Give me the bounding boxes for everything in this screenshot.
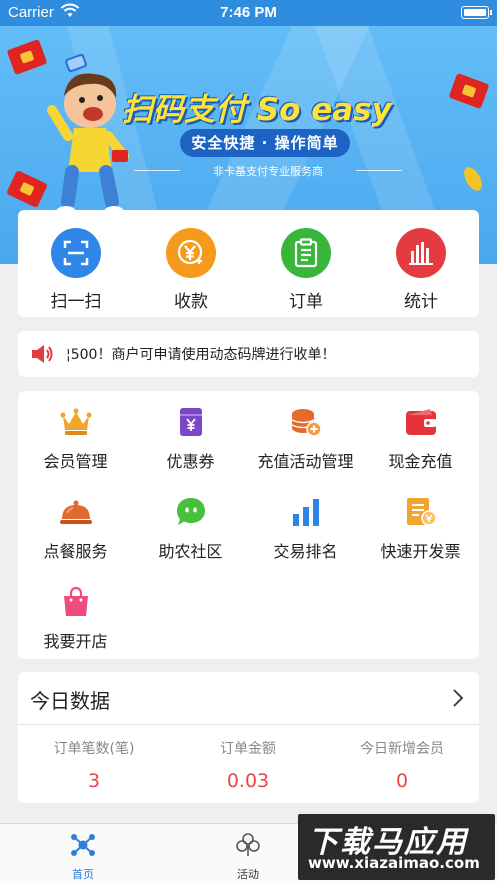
stat-value: 0.03 — [226, 770, 270, 792]
service-label: 我要开店 — [43, 632, 108, 651]
watermark-logo: 下载马应用 www.xiazaimao.com — [298, 814, 495, 880]
banner-headline: 扫码支付 So easy — [122, 92, 392, 128]
tab-home[interactable]: 首页 — [38, 832, 128, 882]
clock: 7:46 PM — [220, 4, 277, 21]
quick-action-orders[interactable]: 订单 — [266, 228, 346, 312]
crown-icon — [59, 405, 93, 439]
yuan-coin-icon — [166, 228, 216, 278]
chat-bubble-icon — [174, 495, 208, 529]
quick-action-label: 订单 — [289, 292, 323, 312]
service-open-store[interactable]: 我要开店 — [18, 585, 133, 652]
home-network-icon — [71, 834, 95, 856]
tab-label: 活动 — [237, 868, 259, 881]
service-farm-community[interactable]: 助农社区 — [133, 495, 248, 562]
coin-stack-icon — [289, 405, 323, 439]
notice-bar[interactable]: ¦500！商户可申请使用动态码牌进行收单！ — [18, 331, 479, 377]
bar-chart-icon — [396, 228, 446, 278]
ranking-chart-icon — [289, 495, 323, 529]
cloche-icon — [59, 495, 93, 529]
stat-label: 订单笔数(笔) — [53, 741, 135, 757]
divider — [18, 724, 479, 725]
wallet-icon — [404, 405, 438, 439]
quick-action-stats[interactable]: 统计 — [381, 228, 461, 312]
today-stats-card[interactable]: 今日数据 订单笔数(笔) 3 订单金额 0.03 今日新增会员 0 — [18, 672, 479, 803]
quick-action-label: 统计 — [404, 292, 438, 312]
boy-mascot-icon — [47, 53, 129, 218]
notice-text: ¦500！商户可申请使用动态码牌进行收单！ — [66, 344, 335, 364]
notice-message: 500！商户可申请使用动态码牌进行收单！ — [70, 347, 336, 363]
stat-label: 订单金额 — [220, 741, 276, 757]
service-trade-ranking[interactable]: 交易排名 — [248, 495, 363, 562]
service-label: 充值活动管理 — [257, 452, 354, 471]
shopping-bag-icon — [59, 585, 93, 619]
clover-icon — [236, 833, 260, 856]
quick-action-label: 扫一扫 — [50, 292, 102, 312]
quick-action-collect[interactable]: 收款 — [151, 228, 231, 312]
chevron-right-icon[interactable] — [451, 688, 465, 708]
scan-icon — [51, 228, 101, 278]
service-cash-recharge[interactable]: 现金充值 — [363, 405, 478, 472]
service-label: 点餐服务 — [43, 542, 108, 561]
quick-action-scan[interactable]: 扫一扫 — [36, 228, 116, 312]
service-label: 快速开发票 — [380, 542, 461, 561]
stat-order-amount: 订单金额 0.03 — [173, 738, 323, 792]
service-member-management[interactable]: 会员管理 — [18, 405, 133, 472]
service-quick-invoice[interactable]: 快速开发票 — [363, 495, 478, 562]
stat-new-members: 今日新增会员 0 — [327, 738, 477, 792]
banner-tagline: 安全快捷 · 操作简单 — [180, 129, 350, 157]
stat-value: 0 — [395, 770, 409, 792]
coin-icon — [460, 164, 486, 194]
quick-actions-card: 扫一扫 收款 订单 统计 — [18, 210, 479, 317]
tab-label: 首页 — [72, 868, 94, 881]
service-label: 助农社区 — [158, 542, 223, 561]
red-envelope-icon — [448, 72, 490, 110]
service-food-ordering[interactable]: 点餐服务 — [18, 495, 133, 562]
service-label: 现金充值 — [388, 452, 453, 471]
clipboard-icon — [281, 228, 331, 278]
stat-order-count: 订单笔数(笔) 3 — [19, 738, 169, 792]
battery-icon — [461, 6, 492, 19]
speaker-icon — [32, 345, 53, 363]
service-coupons[interactable]: 优惠券 — [133, 405, 248, 472]
service-label: 交易排名 — [273, 542, 338, 561]
service-recharge-activity[interactable]: 充值活动管理 — [248, 405, 363, 472]
service-label: 会员管理 — [43, 452, 108, 471]
tab-activity[interactable]: 活动 — [203, 832, 293, 882]
status-bar: Carrier 7:46 PM — [0, 0, 497, 26]
quick-action-label: 收款 — [174, 292, 208, 312]
today-stats-title: 今日数据 — [30, 689, 110, 713]
invoice-icon — [404, 495, 438, 529]
watermark-url: www.xiazaimao.com — [308, 854, 480, 872]
stat-label: 今日新增会员 — [360, 741, 444, 757]
coupon-icon — [174, 405, 208, 439]
service-label: 优惠券 — [166, 452, 215, 471]
banner-subline: 非卡基支付专业服务商 — [134, 163, 402, 179]
services-grid: 会员管理 优惠券 充值活动管理 现金充值 点餐服务 助农社区 交易排名 快速开发… — [18, 391, 479, 659]
stat-value: 3 — [87, 770, 101, 792]
